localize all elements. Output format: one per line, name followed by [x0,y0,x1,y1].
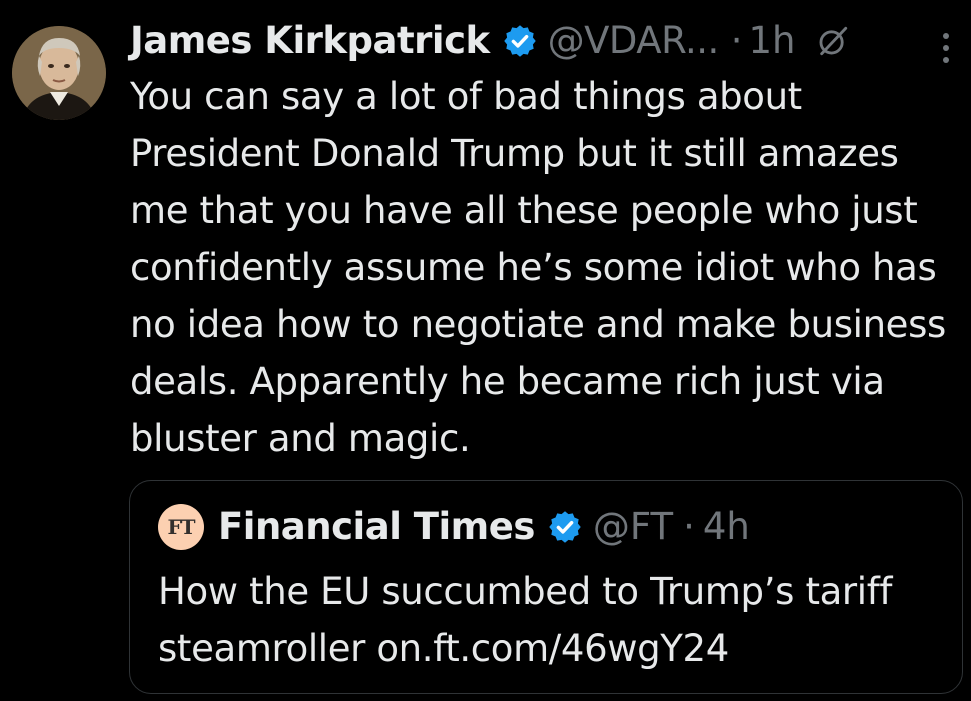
quoted-tweet-header: FT Financial Times @FT · 4h [158,501,750,553]
quoted-author-avatar[interactable]: FT [158,504,204,550]
more-options-icon[interactable] [936,28,956,68]
quoted-tweet-card[interactable]: FT Financial Times @FT · 4h How the EU s… [129,480,963,694]
ft-logo-text: FT [167,515,195,539]
tweet-header: James Kirkpatrick @VDAR... · 1h [130,16,850,66]
quoted-dot-separator: · [683,505,695,548]
author-avatar[interactable] [12,26,106,120]
quoted-author-handle[interactable]: @FT [593,501,673,553]
author-handle[interactable]: @VDAR... [548,16,720,66]
author-display-name[interactable]: James Kirkpatrick [130,16,490,66]
quoted-author-display-name[interactable]: Financial Times [218,501,535,553]
grok-icon[interactable] [816,24,850,58]
quoted-tweet-text: How the EU succumbed to Trump’s tariff s… [158,570,893,670]
tweet-body-text: You can say a lot of bad things about Pr… [130,75,958,460]
verified-badge-icon[interactable] [502,23,538,59]
quoted-verified-badge-icon [547,509,583,545]
dot-separator: · [730,19,743,62]
quoted-tweet-timestamp[interactable]: 4h [703,501,750,553]
portrait-avatar-icon [12,26,106,120]
tweet[interactable]: James Kirkpatrick @VDAR... · 1h You can … [0,0,971,701]
tweet-timestamp[interactable]: 1h [749,16,796,66]
